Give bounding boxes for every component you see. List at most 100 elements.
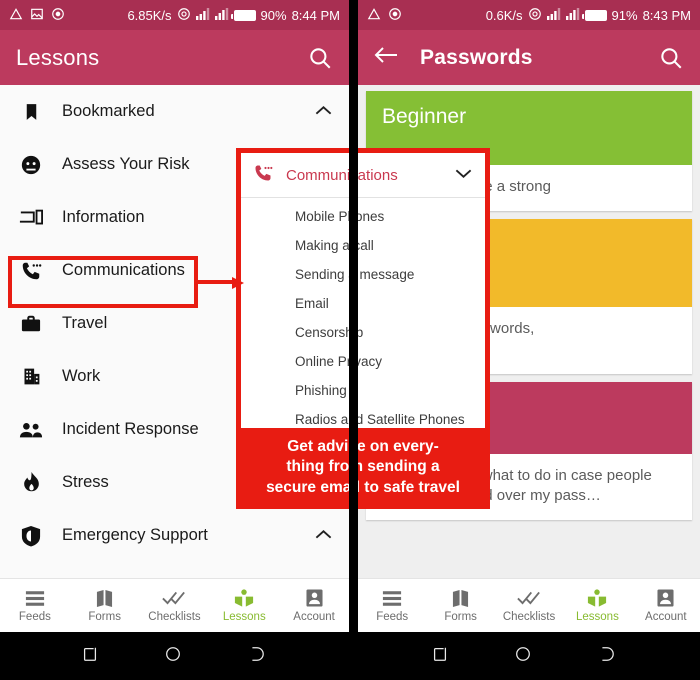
sidebar-item-label: Bookmarked <box>62 102 155 120</box>
bookmark-icon <box>14 101 48 123</box>
bottom-nav-forms[interactable]: Forms <box>426 588 494 623</box>
bottom-nav-checklists[interactable]: Checklists <box>140 588 210 623</box>
bottom-nav-label: Checklists <box>148 611 201 623</box>
book-icon <box>234 588 254 608</box>
right-status-bar: 0.6K/s 91% 8:43 PM <box>358 0 700 30</box>
left-battery-percent: 90% <box>260 7 287 23</box>
feeds-icon <box>25 588 45 608</box>
page-title: Lessons <box>16 44 100 70</box>
back-arrow-icon[interactable] <box>374 45 398 70</box>
bottom-nav-forms[interactable]: Forms <box>70 588 140 623</box>
right-bottom-nav: Feeds Forms Checklists Lessons Account <box>358 578 700 632</box>
chevron-up-icon[interactable] <box>314 102 333 122</box>
back-icon[interactable] <box>597 645 619 667</box>
sidebar-item-label: Travel <box>62 314 108 332</box>
office-building-icon <box>14 366 48 387</box>
sidebar-item-label: Incident Response <box>62 420 199 438</box>
popup-list-item[interactable]: Censorship <box>241 318 485 347</box>
sidebar-item-label: Stress <box>62 473 109 491</box>
book-icon <box>587 588 607 608</box>
screenshot-root: 6.85K/s 90% 8:44 PM Lessons Bookmarked A… <box>0 0 700 680</box>
shield-icon <box>14 525 48 547</box>
home-icon[interactable] <box>514 645 536 667</box>
warning-triangle-icon <box>367 7 381 23</box>
recents-icon[interactable] <box>81 645 103 667</box>
chevron-down-icon[interactable] <box>454 167 473 185</box>
popup-list-item[interactable]: Sending a message <box>241 260 485 289</box>
bottom-nav-lessons[interactable]: Lessons <box>563 588 631 623</box>
people-icon <box>14 421 48 439</box>
bottom-nav-lessons[interactable]: Lessons <box>209 588 279 623</box>
person-icon <box>306 588 323 608</box>
bottom-nav-label: Account <box>293 611 335 623</box>
battery-icon <box>581 9 607 21</box>
sidebar-item-label: Emergency Support <box>62 526 208 544</box>
search-icon[interactable] <box>307 45 333 71</box>
signal-bars-icon <box>546 8 561 22</box>
forms-map-icon <box>96 588 113 608</box>
devices-icon <box>14 208 48 228</box>
bottom-nav-label: Feeds <box>376 611 409 623</box>
forms-map-icon <box>452 588 469 608</box>
left-bottom-nav: Feeds Forms Checklists Lessons Account <box>0 578 349 632</box>
right-clock: 8:43 PM <box>642 7 691 23</box>
bottom-nav-label: Forms <box>444 611 477 623</box>
bottom-nav-feeds[interactable]: Feeds <box>0 588 70 623</box>
bottom-nav-label: Forms <box>88 611 121 623</box>
page-title: Passwords <box>420 45 533 69</box>
signal-bars-2-icon <box>565 8 580 22</box>
bottom-nav-feeds[interactable]: Feeds <box>358 588 426 623</box>
left-app-bar: Lessons <box>0 30 349 85</box>
panel-divider <box>349 0 358 632</box>
android-nav-right <box>350 632 700 680</box>
bottom-nav-checklists[interactable]: Checklists <box>495 588 563 623</box>
sidebar-item-emergency-support[interactable]: Emergency Support <box>0 509 349 562</box>
signal-bars-2-icon <box>214 8 229 22</box>
bottom-nav-label: Checklists <box>502 611 556 623</box>
bottom-nav-label: Account <box>645 611 687 623</box>
popup-list-item[interactable]: Online Privacy <box>241 347 485 376</box>
popup-list-item[interactable]: Email <box>241 289 485 318</box>
checks-icon <box>517 588 541 608</box>
popup-list-item[interactable]: Making a call <box>241 231 485 260</box>
home-icon[interactable] <box>164 645 186 667</box>
popup-title: Communications <box>286 167 398 184</box>
bottom-nav-account[interactable]: Account <box>632 588 700 623</box>
popup-lesson-list: Mobile Phones Making a call Sending a me… <box>241 198 485 437</box>
warning-triangle-icon <box>9 7 23 23</box>
right-network-speed: 0.6K/s <box>485 7 523 23</box>
right-app-bar: Passwords <box>358 30 700 85</box>
image-icon <box>30 7 44 23</box>
android-nav-bar <box>0 632 700 680</box>
annotation-caption: Get advice on every- thing from sending … <box>236 428 490 510</box>
bottom-nav-account[interactable]: Account <box>279 588 349 623</box>
callout-arrow <box>198 277 246 289</box>
bottom-nav-label: Lessons <box>222 611 266 623</box>
sidebar-item-label: Work <box>62 367 101 385</box>
popup-list-item[interactable]: Phishing <box>241 376 485 405</box>
battery-icon <box>230 9 256 21</box>
phone-dots-icon <box>253 163 273 188</box>
person-icon <box>657 588 674 608</box>
recents-icon[interactable] <box>431 645 453 667</box>
left-clock: 8:44 PM <box>291 7 340 23</box>
search-icon[interactable] <box>658 45 684 71</box>
face-icon <box>14 154 48 176</box>
flame-icon <box>14 471 48 494</box>
chevron-up-icon[interactable] <box>314 526 333 546</box>
record-circle-icon <box>51 7 65 23</box>
sidebar-item-label: Information <box>62 208 145 226</box>
popup-header[interactable]: Communications <box>241 153 485 198</box>
briefcase-icon <box>14 314 48 334</box>
left-network-speed: 6.85K/s <box>127 7 172 23</box>
sidebar-item-bookmarked[interactable]: Bookmarked <box>0 85 349 138</box>
android-nav-left <box>0 632 350 680</box>
wifi-icon <box>528 7 542 23</box>
checks-icon <box>162 588 186 608</box>
bottom-nav-label: Feeds <box>18 611 51 623</box>
communications-popup: Communications Mobile Phones Making a ca… <box>236 148 490 442</box>
signal-bars-icon <box>195 8 210 22</box>
popup-list-item[interactable]: Mobile Phones <box>241 202 485 231</box>
communications-highlight-box <box>8 256 198 308</box>
back-icon[interactable] <box>247 645 269 667</box>
